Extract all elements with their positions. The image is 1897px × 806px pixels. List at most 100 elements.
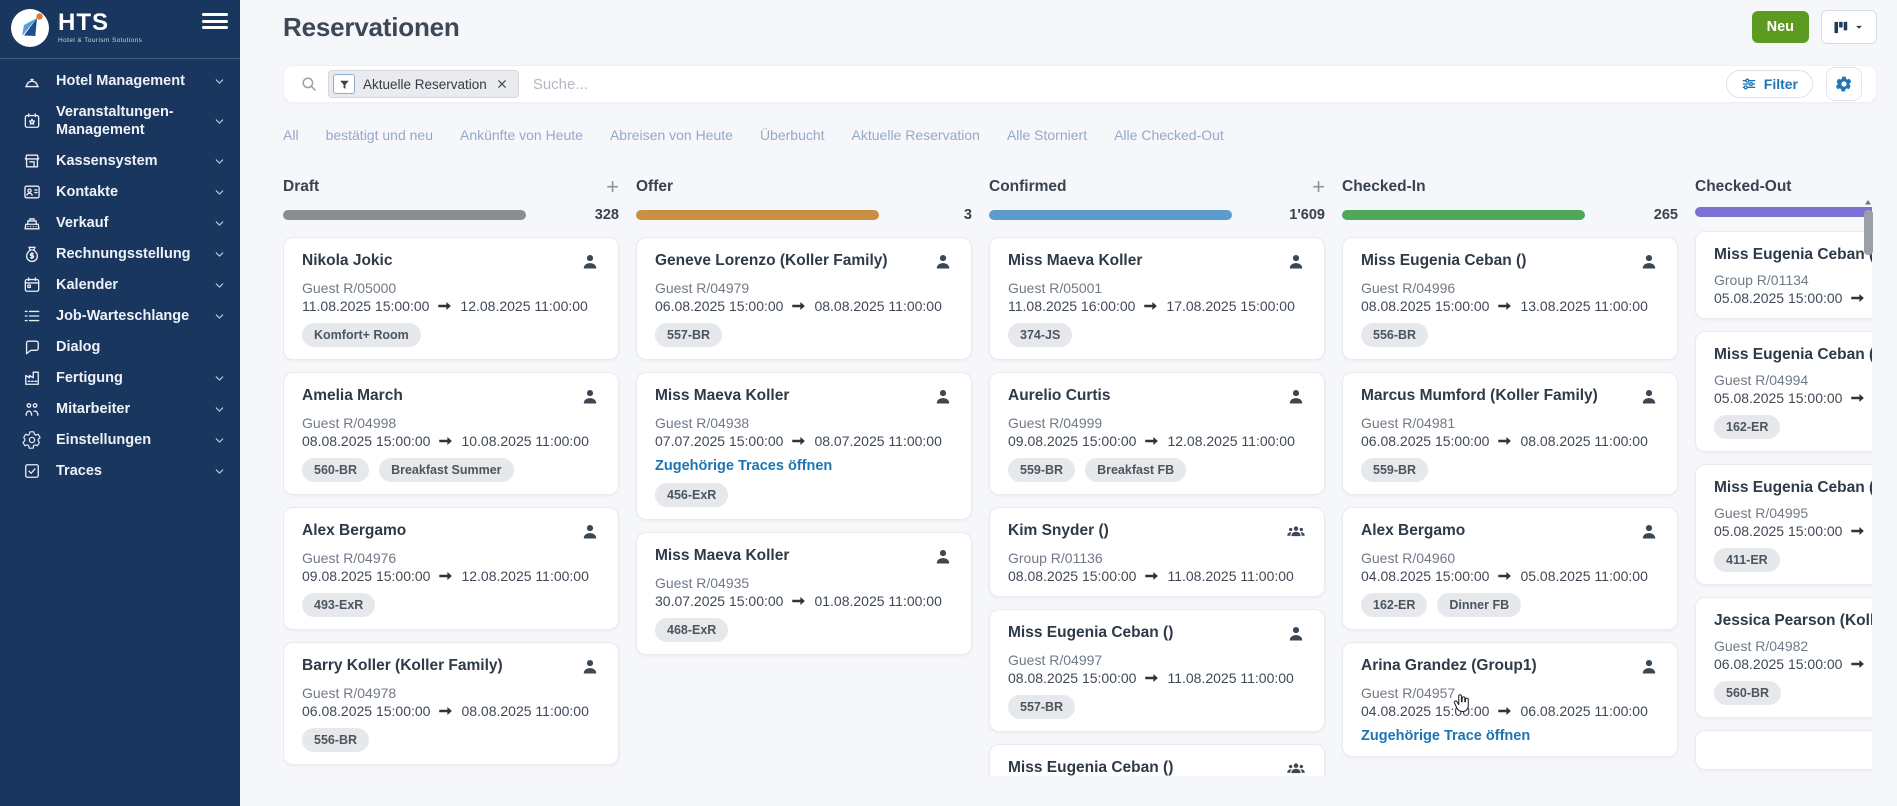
- new-button[interactable]: Neu: [1752, 11, 1809, 43]
- card-tags: 556-BR: [1361, 323, 1659, 347]
- card-title: Miss Eugenia Ceban (): [1008, 624, 1173, 642]
- calendar-star-icon: [22, 111, 42, 131]
- sidebar-item-kassensystem[interactable]: Kassensystem: [0, 146, 240, 177]
- sidebar-item-fertigung[interactable]: Fertigung: [0, 363, 240, 394]
- reservation-card[interactable]: Miss Eugenia Ceban ( Guest R/04994 05.08…: [1695, 331, 1872, 452]
- reservation-card[interactable]: Miss Eugenia Ceban ( Guest R/04995 05.08…: [1695, 464, 1872, 585]
- sidebar-item-hotel-management[interactable]: Hotel Management: [0, 66, 240, 97]
- column-title: Offer: [636, 178, 673, 196]
- sidebar-item-traces[interactable]: Traces: [0, 456, 240, 487]
- card-date-to: 11.08.2025 11:00:00: [1167, 568, 1293, 584]
- add-card-button[interactable]: +: [606, 178, 619, 196]
- card-dates: 09.08.2025 15:00:00 12.08.2025 11:00:00: [1008, 433, 1306, 449]
- reservation-card[interactable]: Miss Maeva Koller Guest R/04935 30.07.20…: [636, 532, 972, 655]
- quick-filter-abreisen-von-heute[interactable]: Abreisen von Heute: [610, 127, 733, 143]
- person-icon: [580, 522, 600, 542]
- card-date-from: 08.08.2025 15:00:00: [302, 433, 430, 449]
- kanban-column-checked-in: Checked-In + 265 Miss Eugenia Ceban () G…: [1342, 176, 1678, 776]
- reservation-card[interactable]: Miss Eugenia Ceban () Guest R/04997 08.0…: [989, 609, 1325, 732]
- card-reference: Guest R/04935: [655, 575, 953, 591]
- arrow-right-icon: [1144, 672, 1159, 684]
- funnel-icon: [333, 74, 355, 94]
- sidebar-item-mitarbeiter[interactable]: Mitarbeiter: [0, 394, 240, 425]
- reservation-card[interactable]: Geneve Lorenzo (Koller Family) Guest R/0…: [636, 237, 972, 360]
- filter-chip[interactable]: Aktuelle Reservation: [328, 70, 519, 98]
- reservation-card[interactable]: Jessica Pearson (Kolle Guest R/04982 06.…: [1695, 597, 1872, 718]
- kanban-board-clip: Draft + 328 Nikola Jokic Guest R/05000 1…: [283, 176, 1872, 776]
- reservation-card[interactable]: Marcus Mumford (Koller Family) Guest R/0…: [1342, 372, 1678, 495]
- card-reference: Guest R/04978: [302, 685, 600, 701]
- menu-icon[interactable]: [202, 10, 228, 32]
- search-input[interactable]: [533, 76, 1726, 93]
- reservation-card[interactable]: Nikola Jokic Guest R/05000 11.08.2025 15…: [283, 237, 619, 360]
- card-reference: Guest R/04960: [1361, 550, 1659, 566]
- chevron-down-icon: [213, 279, 226, 292]
- sidebar-item-rechnungsstellung[interactable]: Rechnungsstellung: [0, 239, 240, 270]
- sidebar-item-einstellungen[interactable]: Einstellungen: [0, 425, 240, 456]
- page-title: Reservationen: [283, 12, 460, 43]
- room-tag: 560-BR: [302, 458, 369, 482]
- related-traces-link[interactable]: Zugehörige Traces öffnen: [655, 458, 953, 474]
- card-date-to: 12.08.2025 11:00:00: [1167, 433, 1294, 449]
- sidebar-item-dialog[interactable]: Dialog: [0, 332, 240, 363]
- reservation-card[interactable]: Alex Bergamo Guest R/04976 09.08.2025 15…: [283, 507, 619, 630]
- reservation-card[interactable]: Alex Bergamo Guest R/04960 04.08.2025 15…: [1342, 507, 1678, 630]
- sidebar-nav: Hotel Management Veranstaltungen-Managem…: [0, 66, 240, 487]
- view-switcher-button[interactable]: [1821, 10, 1877, 44]
- card-date-to: 05.08.2025 11:00:00: [1520, 568, 1647, 584]
- card-tags: 557-BR: [1008, 695, 1306, 719]
- card-dates: 05.08.2025 15:00:00: [1714, 290, 1872, 306]
- add-card-button[interactable]: +: [1312, 178, 1325, 196]
- caret-down-icon: [1852, 20, 1866, 34]
- filter-button[interactable]: Filter: [1726, 70, 1813, 98]
- quick-filter-alle-storniert[interactable]: Alle Storniert: [1007, 127, 1087, 143]
- quick-filter-ank-nfte-von-heute[interactable]: Ankünfte von Heute: [460, 127, 583, 143]
- room-tag: 456-ExR: [655, 483, 728, 507]
- reservation-card[interactable]: Aurelio Curtis Guest R/04999 09.08.2025 …: [989, 372, 1325, 495]
- quick-filter-berbucht[interactable]: Überbucht: [760, 127, 825, 143]
- sidebar-item-kontakte[interactable]: Kontakte: [0, 177, 240, 208]
- card-title: Aurelio Curtis: [1008, 387, 1110, 405]
- reservation-card[interactable]: Miss Eugenia Ceban () Guest R/04996 08.0…: [1342, 237, 1678, 360]
- reservation-card[interactable]: [1695, 730, 1872, 770]
- sidebar-item-verkauf[interactable]: Verkauf: [0, 208, 240, 239]
- arrow-right-icon: [438, 435, 453, 447]
- chevron-down-icon: [213, 217, 226, 230]
- card-title: Miss Maeva Koller: [655, 547, 789, 565]
- close-icon[interactable]: [495, 77, 509, 91]
- quick-filter-alle-checked-out[interactable]: Alle Checked-Out: [1114, 127, 1224, 143]
- card-dates: 06.08.2025 15:00:00: [1714, 656, 1872, 672]
- quick-filter-aktuelle-reservation[interactable]: Aktuelle Reservation: [852, 127, 980, 143]
- hts-logo-icon: [10, 8, 50, 48]
- reservation-card[interactable]: Miss Maeva Koller Guest R/05001 11.08.20…: [989, 237, 1325, 360]
- column-title: Confirmed: [989, 178, 1067, 196]
- card-dates: 08.08.2025 15:00:00 13.08.2025 11:00:00: [1361, 298, 1659, 314]
- quick-filter-best-tigt-und-neu[interactable]: bestätigt und neu: [326, 127, 433, 143]
- quick-filter-all[interactable]: All: [283, 127, 299, 143]
- card-tags: 559-BRBreakfast FB: [1008, 458, 1306, 482]
- related-traces-link[interactable]: Zugehörige Trace öffnen: [1361, 728, 1659, 744]
- sidebar-item-kalender[interactable]: Kalender: [0, 270, 240, 301]
- card-date-to: 11.08.2025 11:00:00: [1167, 670, 1293, 686]
- card-date-from: 09.08.2025 15:00:00: [302, 568, 430, 584]
- reservation-card[interactable]: Kim Snyder () Group R/01136 08.08.2025 1…: [989, 507, 1325, 597]
- vertical-scrollbar[interactable]: [1864, 210, 1873, 255]
- card-date-to: 08.08.2025 11:00:00: [814, 298, 941, 314]
- room-tag: 557-BR: [655, 323, 722, 347]
- card-date-from: 04.08.2025 15:00:00: [1361, 703, 1489, 719]
- settings-gear-button[interactable]: [1826, 67, 1862, 101]
- reservation-card[interactable]: Barry Koller (Koller Family) Guest R/049…: [283, 642, 619, 765]
- sidebar-item-job-warteschlange[interactable]: Job-Warteschlange: [0, 301, 240, 332]
- arrow-right-icon: [1497, 435, 1512, 447]
- reservation-card[interactable]: Arina Grandez (Group1) Guest R/04957 04.…: [1342, 642, 1678, 757]
- reservation-card[interactable]: Miss Eugenia Ceban ( Group R/01134 05.08…: [1695, 231, 1872, 319]
- reservation-card[interactable]: Miss Maeva Koller Guest R/04938 07.07.20…: [636, 372, 972, 520]
- reservation-card[interactable]: Miss Eugenia Ceban (): [989, 744, 1325, 776]
- card-date-from: 08.08.2025 15:00:00: [1008, 670, 1136, 686]
- search-icon: [300, 75, 318, 93]
- reservation-card[interactable]: Amelia March Guest R/04998 08.08.2025 15…: [283, 372, 619, 495]
- card-dates: 05.08.2025 15:00:00: [1714, 523, 1872, 539]
- card-title: Miss Maeva Koller: [655, 387, 789, 405]
- scroll-up-icon[interactable]: [1862, 196, 1874, 208]
- sidebar-item-veranstaltungen-management[interactable]: Veranstaltungen-Management: [0, 97, 240, 146]
